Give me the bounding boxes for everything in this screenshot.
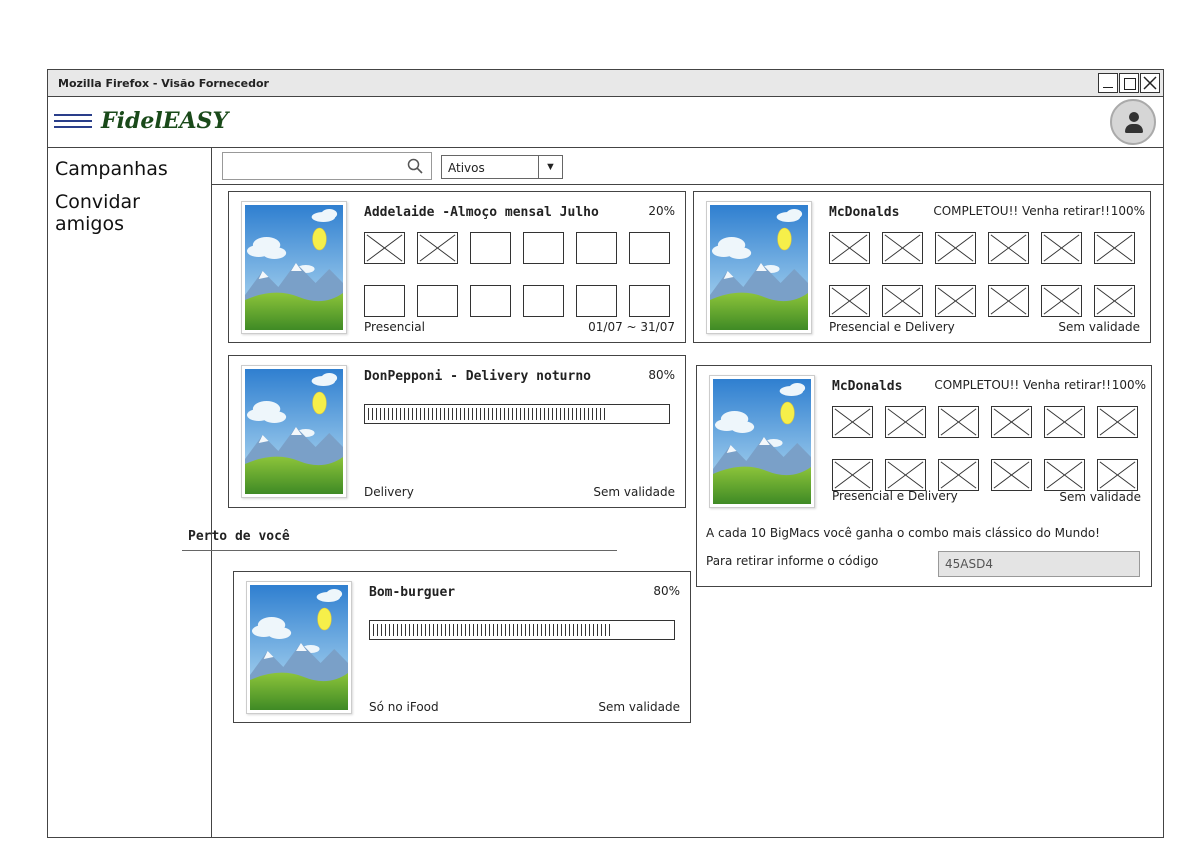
stamp-grid — [829, 232, 1141, 317]
campaign-title: DonPepponi - Delivery noturno — [364, 369, 591, 384]
stamp-grid — [364, 232, 676, 317]
user-avatar-icon[interactable] — [1110, 99, 1156, 145]
stamp-filled-icon — [991, 459, 1032, 491]
stamp-filled-icon — [829, 232, 870, 264]
hamburger-menu-icon[interactable] — [54, 114, 92, 128]
campaign-image — [246, 581, 352, 714]
campaign-complete-message: COMPLETOU!! Venha retirar!! — [933, 204, 1110, 218]
stamp-filled-icon — [935, 285, 976, 317]
campaign-detail-card[interactable]: McDonalds COMPLETOU!! Venha retirar!! 10… — [696, 365, 1152, 587]
campaign-validity: Sem validade — [598, 700, 680, 714]
campaign-image — [241, 365, 347, 498]
campaign-percent: 80% — [653, 584, 680, 598]
campaign-image — [241, 201, 347, 334]
stamp-empty — [523, 232, 564, 264]
campaign-image — [709, 375, 815, 508]
campaign-mode: Presencial e Delivery — [829, 320, 955, 334]
stamp-filled-icon — [885, 406, 926, 438]
campaign-mode: Só no iFood — [369, 700, 439, 714]
stamp-empty — [364, 285, 405, 317]
campaign-progress-bar — [369, 620, 675, 640]
stamp-filled-icon — [988, 285, 1029, 317]
campaign-mode: Delivery — [364, 485, 414, 499]
campaign-card[interactable]: McDonalds COMPLETOU!! Venha retirar!! 10… — [693, 191, 1151, 343]
brand-logo: FidelEASY — [101, 108, 229, 134]
campaign-title: McDonalds — [829, 205, 900, 220]
app-header: FidelEASY — [48, 97, 1163, 148]
stamp-empty — [629, 285, 670, 317]
status-select-value: Ativos — [448, 161, 485, 175]
redeem-code-field[interactable]: 45ASD4 — [938, 551, 1140, 577]
sidebar: Campanhas Convidar amigos — [48, 148, 212, 838]
campaign-percent: 100% — [1110, 204, 1145, 218]
sidebar-item-convidar-amigos[interactable]: Convidar amigos — [55, 191, 211, 235]
stamp-filled-icon — [1041, 285, 1082, 317]
code-label: Para retirar informe o código — [706, 554, 879, 568]
window-controls — [1098, 73, 1160, 93]
search-icon[interactable] — [407, 158, 423, 174]
stamp-grid — [832, 406, 1144, 491]
stamp-filled-icon — [938, 459, 979, 491]
section-divider — [182, 550, 617, 551]
campaign-card[interactable]: DonPepponi - Delivery noturno 80% Delive… — [228, 355, 686, 508]
stamp-empty — [576, 232, 617, 264]
stamp-filled-icon — [832, 459, 873, 491]
stamp-empty — [523, 285, 564, 317]
stamp-filled-icon — [364, 232, 405, 264]
stamp-filled-icon — [935, 232, 976, 264]
stamp-filled-icon — [1041, 232, 1082, 264]
campaign-progress-bar — [364, 404, 670, 424]
stamp-filled-icon — [988, 232, 1029, 264]
campaign-mode: Presencial e Delivery — [832, 489, 958, 503]
campaign-complete-message: COMPLETOU!! Venha retirar!! — [934, 378, 1111, 392]
stamp-filled-icon — [938, 406, 979, 438]
campaign-percent: 80% — [648, 368, 675, 382]
stamp-empty — [417, 285, 458, 317]
stamp-filled-icon — [417, 232, 458, 264]
search-input[interactable] — [222, 152, 432, 180]
stamp-empty — [576, 285, 617, 317]
campaign-validity: 01/07 ~ 31/07 — [588, 320, 675, 334]
stamp-empty — [470, 285, 511, 317]
window-title: Mozilla Firefox - Visão Fornecedor — [58, 77, 269, 90]
nearby-campaign-card[interactable]: Bom-burguer 80% Só no iFood Sem validade — [233, 571, 691, 723]
title-bar: Mozilla Firefox - Visão Fornecedor — [48, 70, 1163, 97]
close-icon[interactable] — [1140, 73, 1160, 93]
status-select[interactable]: Ativos ▼ — [441, 155, 563, 179]
campaign-percent: 100% — [1111, 378, 1146, 392]
stamp-filled-icon — [1094, 232, 1135, 264]
stamp-filled-icon — [1097, 459, 1138, 491]
stamp-filled-icon — [882, 232, 923, 264]
stamp-empty — [470, 232, 511, 264]
stamp-filled-icon — [885, 459, 926, 491]
campaign-card[interactable]: Addelaide -Almoço mensal Julho 20% Prese… — [228, 191, 686, 343]
minimize-icon[interactable] — [1098, 73, 1118, 93]
campaign-validity: Sem validade — [593, 485, 675, 499]
campaign-mode: Presencial — [364, 320, 425, 334]
campaign-validity: Sem validade — [1058, 320, 1140, 334]
campaign-title: Bom-burguer — [369, 585, 456, 600]
campaign-validity: Sem validade — [1059, 490, 1141, 504]
maximize-icon[interactable] — [1119, 73, 1139, 93]
stamp-filled-icon — [832, 406, 873, 438]
nearby-section-title: Perto de você — [188, 529, 290, 544]
stamp-filled-icon — [829, 285, 870, 317]
campaign-percent: 20% — [648, 204, 675, 218]
stamp-filled-icon — [1044, 459, 1085, 491]
stamp-empty — [629, 232, 670, 264]
campaign-description: A cada 10 BigMacs você ganha o combo mai… — [706, 526, 1100, 540]
stamp-filled-icon — [1094, 285, 1135, 317]
filter-bar: Ativos ▼ — [212, 148, 1163, 185]
sidebar-item-campanhas[interactable]: Campanhas — [55, 158, 168, 180]
caret-down-icon[interactable]: ▼ — [538, 156, 562, 178]
stamp-filled-icon — [882, 285, 923, 317]
campaign-title: McDonalds — [832, 379, 903, 394]
stamp-filled-icon — [991, 406, 1032, 438]
campaign-title: Addelaide -Almoço mensal Julho — [364, 205, 599, 220]
campaign-image — [706, 201, 812, 334]
stamp-filled-icon — [1044, 406, 1085, 438]
stamp-filled-icon — [1097, 406, 1138, 438]
